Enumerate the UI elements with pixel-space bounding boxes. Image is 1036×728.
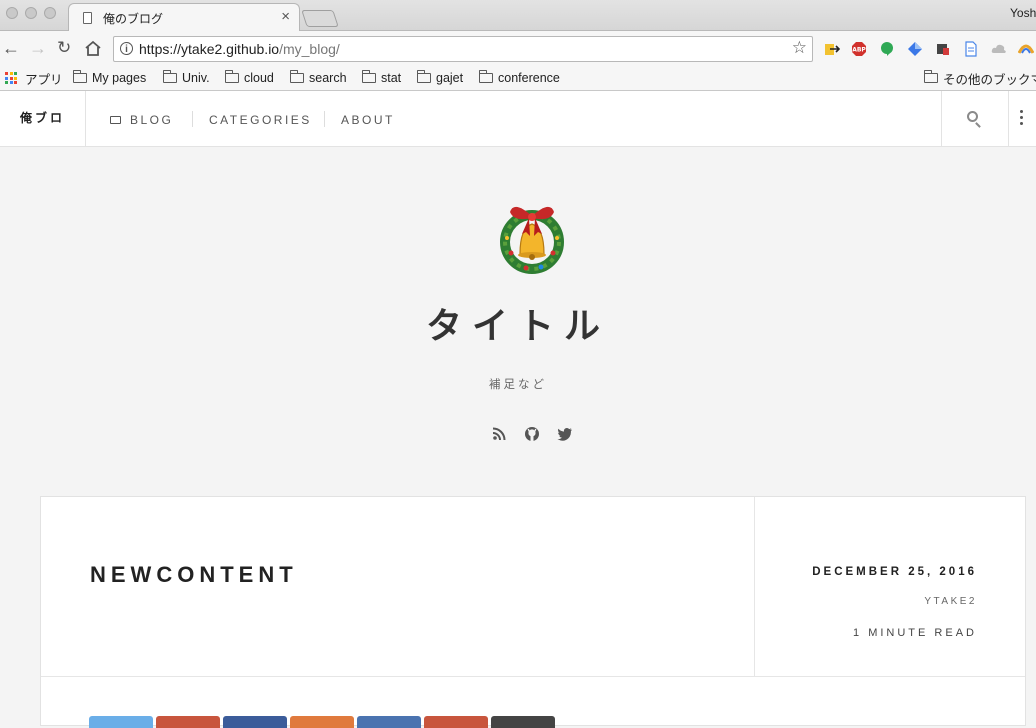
bookmark-label: その他のブックマ [943, 72, 1036, 87]
back-icon[interactable]: ← [2, 38, 20, 58]
bookmark-other[interactable]: その他のブックマ [924, 69, 1036, 87]
folder-icon [290, 70, 304, 83]
site-brand[interactable]: 俺ブロ [0, 91, 86, 146]
share-button[interactable] [156, 716, 220, 728]
url-text[interactable]: https://ytake2.github.io/my_blog/ [139, 41, 340, 57]
address-bar[interactable]: i https://ytake2.github.io/my_blog/ ☆ [113, 36, 813, 62]
share-button[interactable] [89, 716, 153, 728]
folder-icon [362, 70, 376, 83]
tab-title: 俺のブログ [103, 12, 164, 26]
profile-name[interactable]: Yosh [1010, 6, 1036, 20]
share-button[interactable] [223, 716, 287, 728]
extension-puzzle-icon[interactable] [935, 41, 951, 57]
bookmark-search[interactable]: search [290, 69, 347, 87]
bookmark-cloud[interactable]: cloud [225, 69, 274, 87]
window-close-button[interactable] [6, 7, 18, 19]
cloud-icon[interactable] [991, 41, 1007, 57]
forward-icon[interactable]: → [29, 38, 47, 58]
extension-arrow-icon[interactable] [824, 41, 840, 57]
folder-icon [479, 70, 493, 83]
post-date: DECEMBER 25, 2016 [812, 566, 977, 578]
nav-blog[interactable]: BLOG [110, 91, 173, 146]
site-description: 補足など [489, 379, 547, 391]
bookmark-label: My pages [92, 71, 147, 85]
nav-about[interactable]: ABOUT [341, 91, 395, 146]
hangouts-icon[interactable] [879, 41, 895, 57]
twitter-icon[interactable] [556, 425, 574, 443]
share-button[interactable] [491, 716, 555, 728]
url-host: https://ytake2.github.io [139, 41, 280, 57]
site-info-icon[interactable]: i [120, 42, 133, 55]
bookmarks-bar: アプリ My pages Univ. cloud search stat gaj… [0, 67, 1036, 91]
post-read-time: 1 MINUTE READ [853, 627, 977, 639]
bookmark-univ[interactable]: Univ. [163, 69, 210, 87]
bookmark-star-icon[interactable]: ☆ [792, 38, 807, 58]
nav-label: BLOG [130, 113, 174, 127]
post-divider [41, 676, 1025, 677]
folder-icon [924, 70, 938, 83]
url-path: /my_blog/ [279, 41, 340, 57]
bookmark-label: conference [498, 71, 560, 85]
tab-close-icon[interactable]: × [281, 8, 290, 25]
bookmark-label: stat [381, 71, 402, 85]
rss-icon[interactable] [490, 425, 508, 443]
svg-text:ABP: ABP [852, 47, 866, 54]
bookmark-label: gajet [436, 71, 464, 85]
bookmark-label: search [309, 71, 347, 85]
bookmark-label: アプリ [25, 72, 63, 87]
nav-divider [192, 111, 193, 127]
nav-categories[interactable]: CATEGORIES [209, 91, 312, 146]
site-header: 俺ブロ BLOG CATEGORIES ABOUT [0, 91, 1036, 147]
folder-icon [225, 70, 239, 83]
bookmark-stat[interactable]: stat [362, 69, 401, 87]
apps-grid-icon [5, 72, 17, 84]
github-icon[interactable] [523, 425, 541, 443]
search-icon [967, 111, 978, 122]
search-button[interactable] [941, 91, 1009, 146]
nav-divider [324, 111, 325, 127]
folder-icon [163, 70, 177, 83]
site-title: タイトル [425, 305, 610, 346]
more-menu-icon[interactable] [1020, 110, 1023, 127]
bookmark-label: Univ. [182, 71, 210, 85]
wreath-bell-avatar [500, 206, 564, 274]
extension-arc-icon[interactable] [1018, 41, 1034, 57]
bookmark-apps[interactable]: アプリ [5, 69, 63, 87]
browser-toolbar: ← → ↻ i https://ytake2.github.io/my_blog… [0, 31, 1036, 67]
window-minimize-button[interactable] [25, 7, 37, 19]
share-button[interactable] [290, 716, 354, 728]
bookmark-my-pages[interactable]: My pages [73, 69, 146, 87]
home-icon[interactable] [84, 40, 102, 57]
page-icon [83, 12, 92, 24]
folder-icon [73, 70, 87, 83]
share-button[interactable] [424, 716, 488, 728]
folder-icon [417, 70, 431, 83]
window-zoom-button[interactable] [44, 7, 56, 19]
adblock-icon[interactable]: ABP [851, 41, 867, 57]
browser-tab[interactable]: 俺のブログ × [68, 3, 300, 32]
newspaper-icon [110, 116, 121, 124]
bookmark-conference[interactable]: conference [479, 69, 560, 87]
bookmark-gajet[interactable]: gajet [417, 69, 463, 87]
extension-diamond-icon[interactable] [907, 41, 923, 57]
docs-icon[interactable] [963, 41, 979, 57]
post-author[interactable]: YTAKE2 [924, 596, 977, 607]
share-button[interactable] [357, 716, 421, 728]
browser-titlebar: 俺のブログ × Yosh [0, 0, 1036, 32]
reload-icon[interactable]: ↻ [57, 38, 71, 58]
post-card: NEWCONTENT DECEMBER 25, 2016 YTAKE2 1 MI… [40, 496, 1026, 728]
new-tab-button[interactable] [301, 10, 339, 27]
post-divider [754, 497, 755, 676]
bookmark-label: cloud [244, 71, 274, 85]
post-title[interactable]: NEWCONTENT [90, 562, 298, 588]
